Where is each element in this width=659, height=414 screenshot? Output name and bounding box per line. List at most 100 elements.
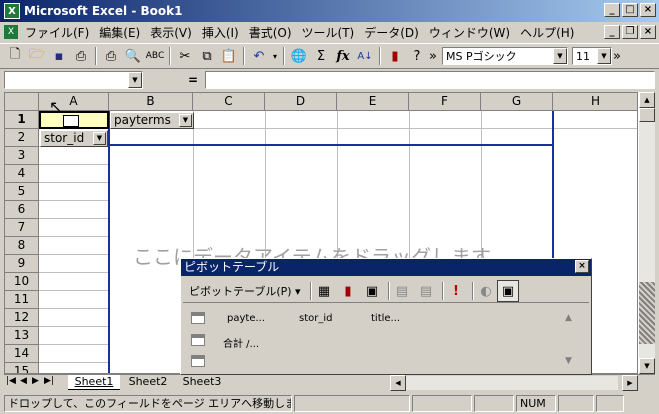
tab-next-icon[interactable]: ▶	[32, 376, 39, 386]
menu-data[interactable]: データ(D)	[359, 24, 424, 41]
scroll-up-icon[interactable]: ▲	[639, 92, 655, 108]
show-field-list-icon[interactable]: ▣	[497, 280, 519, 302]
column-header-b[interactable]: B	[109, 93, 193, 111]
row-header[interactable]: 15	[5, 363, 39, 373]
print-preview-icon[interactable]: 🔍	[122, 45, 144, 67]
field-settings-icon[interactable]: ◐	[475, 280, 497, 302]
formula-input[interactable]	[205, 71, 655, 89]
new-icon[interactable]: 🗋	[4, 45, 26, 67]
menu-edit[interactable]: 編集(E)	[94, 24, 145, 41]
formula-equals[interactable]: =	[188, 73, 198, 87]
field-scroll-up-icon[interactable]: ▲	[565, 313, 572, 323]
font-size-combo[interactable]: 11 ▼	[572, 47, 612, 65]
select-all-corner[interactable]	[5, 93, 39, 111]
field-sum[interactable]: 合計 /...	[223, 335, 259, 350]
menu-insert[interactable]: 挿入(I)	[197, 24, 244, 41]
format-report-icon[interactable]: ▦	[313, 280, 335, 302]
chart-wizard-icon[interactable]: ▮	[384, 45, 406, 67]
column-header-c[interactable]: C	[193, 93, 265, 111]
horizontal-scrollbar[interactable]	[406, 376, 618, 390]
chevron-down-icon[interactable]: ▼	[597, 48, 611, 64]
paste-icon[interactable]: 📋	[218, 45, 240, 67]
menu-help[interactable]: ヘルプ(H)	[515, 24, 579, 41]
field-payterms[interactable]: payte...	[227, 313, 265, 324]
chevron-down-icon[interactable]: ▼	[553, 48, 567, 64]
refresh-data-icon[interactable]: !	[445, 280, 467, 302]
permission-icon[interactable]: ⎙	[70, 45, 92, 67]
field-stor-id[interactable]: stor_id	[299, 313, 333, 324]
row-header[interactable]: 7	[5, 219, 39, 237]
menu-view[interactable]: 表示(V)	[145, 24, 197, 41]
chevron-down-icon[interactable]: ▼	[128, 72, 142, 88]
menu-window[interactable]: ウィンドウ(W)	[424, 24, 515, 41]
row-header[interactable]: 2	[5, 129, 39, 147]
doc-close-icon[interactable]: ×	[640, 25, 656, 39]
menu-file[interactable]: ファイル(F)	[20, 24, 94, 41]
tab-first-icon[interactable]: |◀	[6, 376, 16, 386]
cut-icon[interactable]: ✂	[174, 45, 196, 67]
hscroll-left-icon[interactable]: ◀	[390, 375, 406, 391]
save-icon[interactable]: ▪	[48, 45, 70, 67]
hide-detail-icon[interactable]: ▤	[391, 280, 413, 302]
pivot-table-toolbar-window[interactable]: ピボットテーブル × ピボットテーブル(P) ▾ ▦ ▮ ▣ ▤ ▤ ! ◐ ▣…	[180, 258, 592, 375]
field-title[interactable]: title...	[371, 313, 400, 324]
copy-icon[interactable]: ⧉	[196, 45, 218, 67]
tab-sheet2[interactable]: Sheet2	[122, 375, 174, 390]
undo-dropdown-icon[interactable]: ▾	[270, 45, 280, 67]
row-header[interactable]: 1	[5, 111, 39, 129]
column-header-h[interactable]: H	[553, 93, 637, 111]
doc-minimize-icon[interactable]: _	[604, 25, 620, 39]
vertical-scrollbar[interactable]: ▲ ▼	[638, 92, 655, 375]
sort-ascending-icon[interactable]: A↓	[354, 45, 376, 67]
pivot-table-menu[interactable]: ピボットテーブル(P) ▾	[189, 283, 301, 299]
tab-last-icon[interactable]: ▶|	[44, 376, 54, 386]
menu-tools[interactable]: ツール(T)	[297, 24, 360, 41]
column-header-e[interactable]: E	[337, 93, 409, 111]
minimize-icon[interactable]: _	[604, 3, 620, 17]
hscroll-right-icon[interactable]: ▶	[622, 375, 638, 391]
column-field-payterms[interactable]: payterms ▼	[110, 112, 194, 129]
print-icon[interactable]: ⎙	[100, 45, 122, 67]
tab-sheet3[interactable]: Sheet3	[176, 375, 228, 390]
hyperlink-icon[interactable]: 🌐	[288, 45, 310, 67]
tab-prev-icon[interactable]: ◀	[20, 376, 27, 386]
pivot-wizard-icon[interactable]: ▣	[361, 280, 383, 302]
more-buttons-icon[interactable]: »	[612, 45, 622, 67]
chevron-down-icon[interactable]: ▼	[93, 132, 106, 145]
undo-icon[interactable]: ↶	[248, 45, 270, 67]
chart-wizard-icon[interactable]: ▮	[337, 280, 359, 302]
help-icon[interactable]: ?	[406, 45, 428, 67]
close-icon[interactable]: ×	[575, 260, 589, 273]
tab-sheet1[interactable]: Sheet1	[68, 375, 120, 390]
row-header[interactable]: 5	[5, 183, 39, 201]
chevron-down-icon[interactable]: ▼	[179, 114, 192, 127]
row-header[interactable]: 12	[5, 309, 39, 327]
scroll-down-icon[interactable]: ▼	[639, 358, 655, 374]
spelling-icon[interactable]: ABC	[144, 45, 166, 67]
row-header[interactable]: 8	[5, 237, 39, 255]
more-buttons-icon[interactable]: »	[428, 45, 438, 67]
autosum-icon[interactable]: Σ	[310, 45, 332, 67]
function-icon[interactable]: fx	[332, 45, 354, 67]
scroll-thumb[interactable]	[639, 108, 655, 122]
close-icon[interactable]: ×	[640, 3, 656, 17]
column-header-d[interactable]: D	[265, 93, 337, 111]
row-header[interactable]: 9	[5, 255, 39, 273]
maximize-icon[interactable]: □	[622, 3, 638, 17]
pivot-window-titlebar[interactable]: ピボットテーブル ×	[181, 259, 591, 276]
workbook-icon[interactable]: X	[4, 25, 18, 39]
column-header-f[interactable]: F	[409, 93, 481, 111]
row-field-stor-id[interactable]: stor_id ▼	[40, 130, 108, 147]
row-header[interactable]: 10	[5, 273, 39, 291]
name-box[interactable]: ▼	[4, 71, 143, 89]
doc-restore-icon[interactable]: ❐	[622, 25, 638, 39]
column-header-g[interactable]: G	[481, 93, 553, 111]
row-header[interactable]: 6	[5, 201, 39, 219]
row-header[interactable]: 14	[5, 345, 39, 363]
row-header[interactable]: 3	[5, 147, 39, 165]
field-scroll-down-icon[interactable]: ▼	[565, 356, 572, 366]
row-header[interactable]: 4	[5, 165, 39, 183]
row-header[interactable]: 13	[5, 327, 39, 345]
menu-format[interactable]: 書式(O)	[244, 24, 297, 41]
font-name-combo[interactable]: MS Pゴシック ▼	[442, 47, 568, 65]
